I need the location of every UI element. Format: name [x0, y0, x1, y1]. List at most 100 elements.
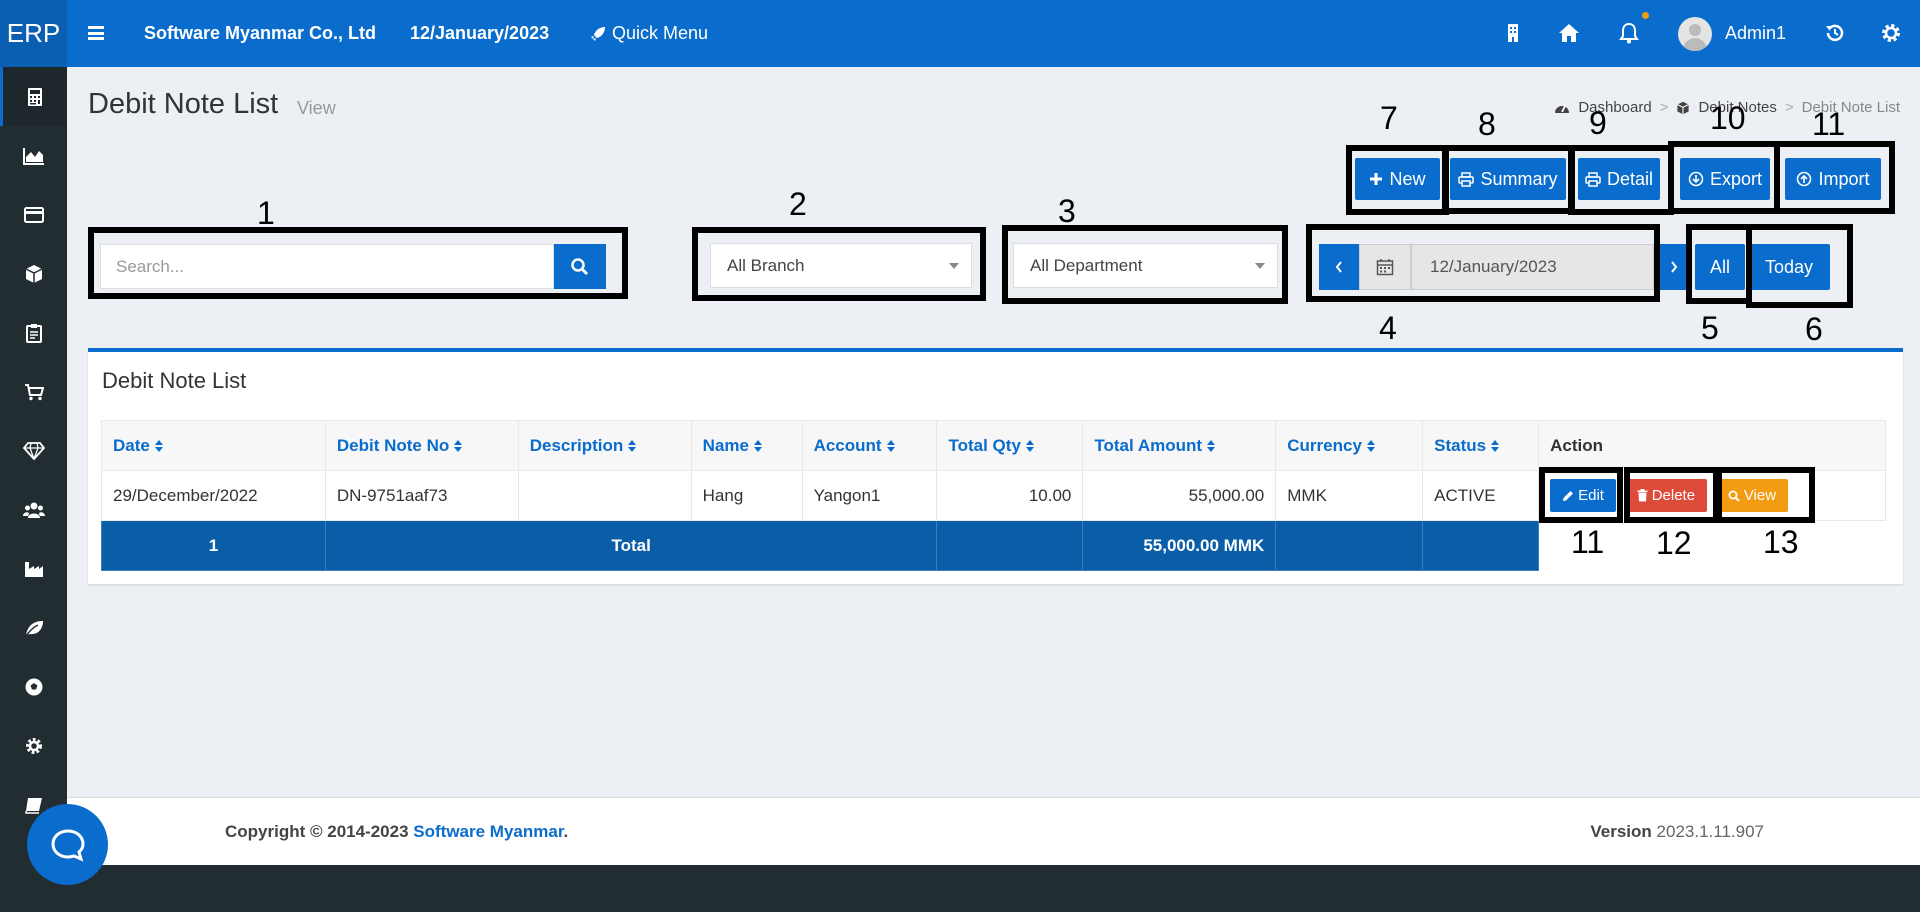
- avatar[interactable]: [1678, 17, 1712, 51]
- total-qty-blank: [936, 520, 1084, 571]
- building-icon[interactable]: [1500, 20, 1526, 46]
- column-label: Description: [529, 435, 624, 455]
- breadcrumb-separator: >: [1659, 99, 1669, 116]
- annotation-label-11-import: 11: [1812, 106, 1846, 142]
- annotation-label-1: 1: [257, 195, 275, 231]
- cell-debit-note-no: DN-9751aaf73: [324, 470, 519, 521]
- column-header-debit-note-no[interactable]: Debit Note No: [324, 420, 519, 471]
- quick-menu-label: Quick Menu: [612, 23, 709, 43]
- top-navbar: ERP Software Myanmar Co., Ltd 12/January…: [0, 0, 1920, 67]
- hamburger-menu-icon[interactable]: [88, 26, 104, 40]
- app-logo[interactable]: ERP: [0, 0, 67, 67]
- user-name[interactable]: Admin1: [1725, 0, 1786, 67]
- annotation-label-4: 4: [1379, 310, 1397, 346]
- annotation-box-11-import: [1774, 141, 1895, 214]
- annotation-label-8: 8: [1478, 106, 1496, 142]
- card-title: Debit Note List: [102, 368, 247, 393]
- annotation-box-5: [1686, 224, 1752, 304]
- rocket-icon: [591, 26, 605, 41]
- company-link[interactable]: Software Myanmar: [413, 822, 563, 841]
- column-header-account[interactable]: Account: [801, 420, 938, 471]
- annotation-box-4: [1306, 224, 1660, 302]
- sidebar-item-inventory[interactable]: [0, 244, 67, 303]
- annotation-label-2: 2: [789, 186, 807, 222]
- annotation-label-7: 7: [1380, 100, 1398, 136]
- copyright-text: Copyright © 2014-2023 Software Myanmar.: [225, 822, 568, 842]
- breadcrumb-separator: >: [1784, 99, 1794, 116]
- annotation-box-10: [1668, 141, 1780, 214]
- bell-icon[interactable]: [1616, 20, 1642, 46]
- annotation-label-10: 10: [1710, 100, 1746, 136]
- version-number: 2023.1.11.907: [1656, 822, 1764, 841]
- industry-chart-icon: [24, 561, 43, 577]
- history-icon[interactable]: [1822, 20, 1848, 46]
- column-label: Currency: [1287, 435, 1362, 455]
- column-header-total-qty[interactable]: Total Qty: [936, 420, 1084, 471]
- total-row: 1 Total 55,000.00 MMK: [101, 520, 1886, 571]
- copyright-period: .: [563, 822, 569, 841]
- sidebar-item-farm[interactable]: [0, 598, 67, 657]
- column-label: Account: [813, 435, 882, 455]
- company-name: Software Myanmar Co., Ltd: [144, 23, 377, 43]
- annotation-label-13: 13: [1763, 524, 1799, 560]
- column-header-description[interactable]: Description: [517, 420, 692, 471]
- column-label: Total Amount: [1094, 435, 1203, 455]
- sort-icon: [753, 440, 762, 453]
- area-chart-icon: [22, 147, 44, 165]
- version-label: Version: [1590, 822, 1652, 841]
- sidebar-item-assets[interactable]: [0, 421, 67, 480]
- sidebar-item-reports[interactable]: [0, 126, 67, 185]
- column-header-total-amount[interactable]: Total Amount: [1082, 420, 1277, 471]
- cell-name: Hang: [690, 470, 803, 521]
- sidebar-item-sports[interactable]: [0, 657, 67, 716]
- sort-icon: [1491, 440, 1500, 453]
- column-label: Debit Note No: [336, 435, 450, 455]
- sidebar-item-payments[interactable]: [0, 185, 67, 244]
- next-date-button[interactable]: [1659, 244, 1689, 290]
- sort-icon: [154, 440, 163, 453]
- users-icon: [22, 502, 45, 518]
- book-icon: [24, 797, 42, 814]
- sort-icon: [1366, 440, 1375, 453]
- sidebar: [0, 67, 67, 912]
- column-header-currency[interactable]: Currency: [1275, 420, 1424, 471]
- home-icon[interactable]: [1556, 20, 1582, 46]
- sidebar-item-hr[interactable]: [0, 480, 67, 539]
- calculator-icon: [28, 87, 42, 106]
- column-label: Status: [1434, 435, 1487, 455]
- debit-note-card: Debit Note List Date Debit Note No Descr…: [88, 348, 1903, 584]
- chat-button[interactable]: [27, 804, 108, 885]
- sidebar-item-accounting[interactable]: [0, 67, 67, 126]
- cart-icon: [24, 383, 44, 400]
- clipboard-icon: [25, 323, 42, 343]
- total-amount: 55,000.00 MMK: [1082, 520, 1277, 571]
- cell-currency: MMK: [1275, 470, 1424, 521]
- cell-status: ACTIVE: [1422, 470, 1540, 521]
- cell-total-qty: 10.00: [936, 470, 1084, 521]
- total-count: 1: [101, 520, 326, 571]
- column-header-name[interactable]: Name: [690, 420, 803, 471]
- annotation-label-5: 5: [1701, 310, 1719, 346]
- column-label: Date: [113, 435, 150, 455]
- total-label: Total: [324, 520, 938, 571]
- notification-dot: [1642, 12, 1649, 19]
- annotation-box-1: [88, 227, 628, 299]
- dashboard-icon: [1555, 105, 1570, 113]
- column-header-date[interactable]: Date: [101, 420, 326, 471]
- sidebar-item-manufacturing[interactable]: [0, 539, 67, 598]
- credit-card-icon: [23, 206, 44, 223]
- sidebar-item-sales[interactable]: [0, 362, 67, 421]
- quick-menu-link[interactable]: Quick Menu: [590, 0, 708, 67]
- annotation-box-8: [1442, 145, 1575, 214]
- annotation-label-12: 12: [1656, 525, 1692, 561]
- table-header-row: Date Debit Note No Description Name Acco…: [101, 420, 1886, 471]
- sidebar-item-tasks[interactable]: [0, 303, 67, 362]
- cube-icon: [1677, 101, 1690, 114]
- cell-total-amount: 55,000.00: [1082, 470, 1277, 521]
- sidebar-item-settings[interactable]: [0, 716, 67, 775]
- annotation-box-6: [1746, 224, 1853, 308]
- annotation-box-11-edit: [1539, 467, 1623, 523]
- current-date: 12/January/2023: [410, 23, 550, 43]
- column-header-status[interactable]: Status: [1422, 420, 1540, 471]
- gear-icon[interactable]: [1878, 20, 1904, 46]
